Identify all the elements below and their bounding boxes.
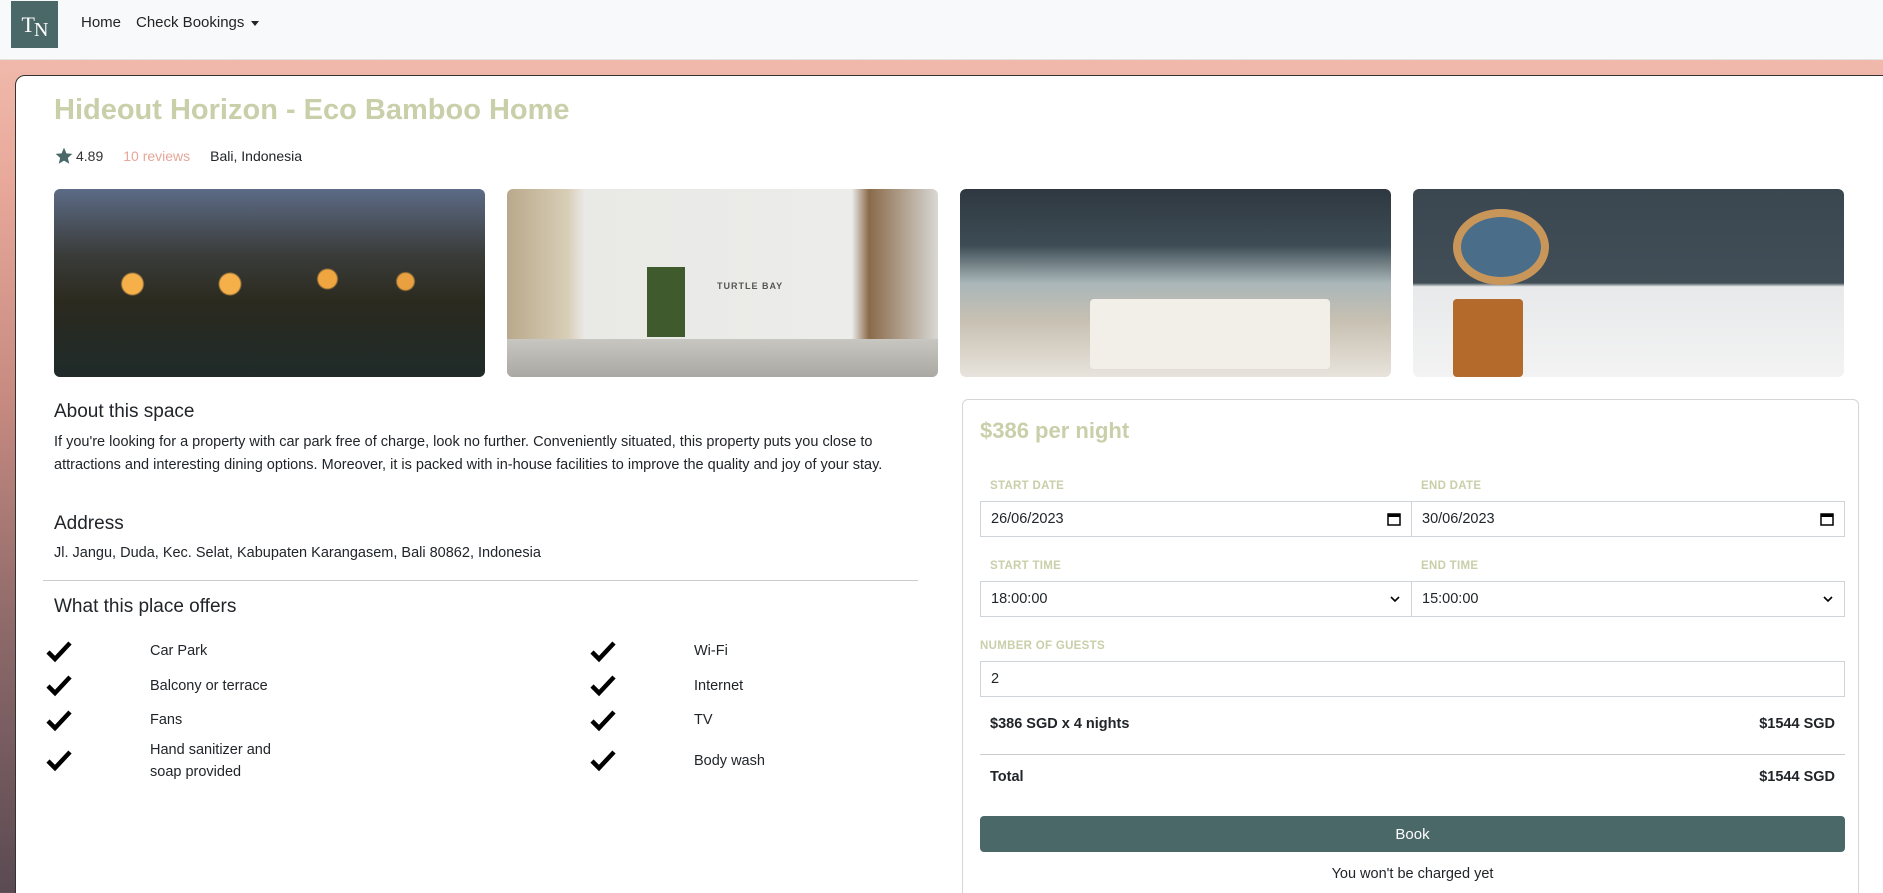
guests-label: NUMBER OF GUESTS: [980, 640, 1105, 652]
start-time-label: START TIME: [990, 560, 1062, 572]
subtotal-value: $1544 SGD: [1759, 716, 1835, 732]
subtotal-label: $386 SGD x 4 nights: [990, 716, 1130, 732]
booking-panel: $386 per night START DATE END DATE 26/06…: [962, 399, 1859, 893]
end-date-label: END DATE: [1421, 480, 1482, 492]
end-time-label: END TIME: [1421, 560, 1479, 572]
photo-bathroom[interactable]: [1413, 189, 1844, 377]
about-heading: About this space: [54, 401, 195, 422]
calendar-icon[interactable]: [1387, 512, 1401, 526]
check-icon: [45, 673, 73, 697]
star-icon: [55, 147, 73, 164]
location-text: Bali, Indonesia: [210, 148, 303, 164]
photo-bedroom[interactable]: [960, 189, 1391, 377]
photo-sign-text: TURTLE BAY: [717, 281, 784, 291]
book-button[interactable]: Book: [980, 816, 1845, 852]
navbar: TN Home Check Bookings: [0, 0, 1883, 60]
end-time-select[interactable]: 15:00:00: [1411, 581, 1845, 617]
nav-check-bookings-label: Check Bookings: [136, 14, 245, 31]
guests-value: 2: [991, 671, 1000, 687]
calendar-icon[interactable]: [1820, 512, 1834, 526]
total-value: $1544 SGD: [1759, 769, 1835, 785]
reviews-link[interactable]: 10 reviews: [123, 148, 190, 164]
amenity-item: Balcony or terrace: [150, 678, 268, 694]
amenity-item: Fans: [150, 712, 183, 728]
subtotal-row: $386 SGD x 4 nights $1544 SGD: [990, 716, 1835, 732]
section-divider: [43, 580, 918, 581]
amenity-item: Hand sanitizer and soap provided: [150, 742, 271, 780]
check-icon: [589, 748, 617, 772]
about-text: If you're looking for a property with ca…: [54, 434, 883, 473]
listing-title: Hideout Horizon - Eco Bamboo Home: [54, 94, 570, 126]
check-icon: [45, 748, 73, 772]
check-icon: [589, 673, 617, 697]
address-heading: Address: [54, 513, 124, 534]
nav-home-link[interactable]: Home: [81, 14, 121, 31]
check-icon: [589, 639, 617, 663]
guests-input[interactable]: 2: [980, 661, 1845, 697]
listing-card: Hideout Horizon - Eco Bamboo Home 4.89 1…: [15, 75, 1883, 893]
check-icon: [45, 708, 73, 732]
start-time-value: 18:00:00: [991, 591, 1048, 607]
check-icon: [45, 639, 73, 663]
start-date-value: 26/06/2023: [991, 511, 1064, 527]
address-text: Jl. Jangu, Duda, Kec. Selat, Kabupaten K…: [54, 545, 541, 561]
amenity-item: Car Park: [150, 643, 208, 659]
total-row: Total $1544 SGD: [990, 769, 1835, 785]
chevron-down-icon: [1823, 596, 1833, 603]
amenity-item: Wi-Fi: [694, 643, 728, 659]
photo-gallery: TURTLE BAY: [54, 189, 1866, 377]
amenity-item: Body wash: [694, 753, 765, 769]
caret-down-icon: [251, 20, 260, 26]
total-label: Total: [990, 769, 1024, 785]
logo-letter-n: N: [34, 19, 48, 41]
no-charge-note: You won't be charged yet: [1331, 866, 1494, 882]
check-icon: [589, 708, 617, 732]
end-date-value: 30/06/2023: [1422, 511, 1495, 527]
amenity-item: Internet: [694, 678, 744, 694]
offers-heading: What this place offers: [54, 596, 237, 617]
chevron-down-icon: [1390, 596, 1400, 603]
end-time-value: 15:00:00: [1422, 591, 1479, 607]
end-date-input[interactable]: 30/06/2023: [1411, 501, 1845, 537]
rating-value: 4.89: [76, 148, 104, 164]
start-date-input[interactable]: 26/06/2023: [980, 501, 1412, 537]
total-divider: [980, 754, 1845, 755]
photo-entrance-wall[interactable]: TURTLE BAY: [507, 189, 938, 377]
nav-check-bookings-dropdown[interactable]: Check Bookings: [136, 14, 260, 31]
logo-letter-t: T: [21, 11, 35, 37]
price-per-night: $386 per night: [980, 418, 1130, 443]
photo-exterior-night[interactable]: [54, 189, 485, 377]
start-time-select[interactable]: 18:00:00: [980, 581, 1412, 617]
listing-meta: 4.89 10 reviews Bali, Indonesia: [54, 146, 302, 166]
brand-logo[interactable]: TN: [11, 1, 58, 48]
start-date-label: START DATE: [990, 480, 1065, 492]
amenity-item: TV: [694, 712, 713, 728]
